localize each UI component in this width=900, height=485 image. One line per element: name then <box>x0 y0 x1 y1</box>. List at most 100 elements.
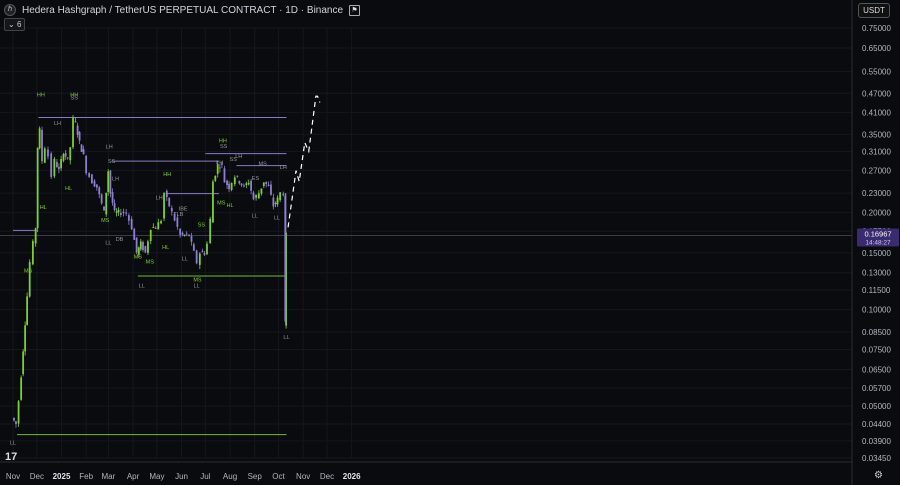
structure-label: LL <box>139 283 145 289</box>
candle-body <box>212 181 214 223</box>
structure-label: LH <box>235 154 242 160</box>
tradingview-logo-icon: 17 <box>5 451 18 463</box>
x-tick-label: 2025 <box>53 472 71 481</box>
structure-label: MS <box>134 254 143 260</box>
candle-body <box>93 180 96 187</box>
structure-label: MS <box>146 259 155 265</box>
hedera-logo-icon: ℏ <box>4 4 16 16</box>
currency-button[interactable]: USDT <box>858 3 890 18</box>
candle-body <box>255 195 257 198</box>
y-tick-label: 0.08500 <box>862 328 891 337</box>
x-tick-label: Oct <box>272 472 285 481</box>
structure-label: LL <box>252 214 258 220</box>
candle-body <box>247 182 250 185</box>
candle-body <box>165 190 168 197</box>
x-tick-label: Apr <box>127 472 140 481</box>
candle-body <box>238 181 241 184</box>
y-tick-label: 0.27000 <box>862 167 891 176</box>
candle-body <box>240 183 243 186</box>
candle-body <box>105 192 108 215</box>
candle-body <box>160 220 162 224</box>
candle-body <box>201 251 204 253</box>
candle-body <box>188 234 190 236</box>
candle-body <box>95 184 98 188</box>
candle-body <box>154 227 157 229</box>
candle-body <box>176 217 179 227</box>
candle-body <box>250 180 253 191</box>
candle-body <box>144 246 147 253</box>
candle-body <box>142 241 144 251</box>
structure-label: HL <box>162 245 169 251</box>
structure-label: LH <box>112 176 119 182</box>
candle-body <box>183 234 186 236</box>
x-tick-label: Aug <box>223 472 237 481</box>
candle-body <box>130 219 133 230</box>
candle-body <box>41 129 43 162</box>
candle-body <box>137 247 140 255</box>
price-chart[interactable]: 0.75000 0.65000 0.55000 0.47000 0.41000 0.350… <box>0 0 900 485</box>
candle-body <box>236 175 239 177</box>
candle-body <box>192 244 195 251</box>
candle-body <box>133 228 136 240</box>
structure-label: SS <box>198 223 206 229</box>
candle-body <box>181 232 184 235</box>
candle-body <box>228 183 230 190</box>
candle-body <box>218 167 221 169</box>
candle-body <box>233 177 236 185</box>
candle-body <box>245 183 248 185</box>
candle-body <box>152 226 155 228</box>
candle-body <box>22 351 25 375</box>
x-tick-label: Nov <box>296 472 310 481</box>
candle-body <box>47 149 49 157</box>
y-tick-label: 0.35000 <box>862 130 891 139</box>
y-tick-label: 0.11500 <box>862 286 891 295</box>
candle-body <box>190 235 193 242</box>
candle-body <box>56 162 58 168</box>
candle-body <box>274 203 277 205</box>
flag-icon[interactable]: ⚑ <box>349 4 361 16</box>
candle-body <box>69 147 72 161</box>
structure-label: LH <box>156 195 163 201</box>
candle-body <box>98 187 101 195</box>
structure-label: DB <box>116 237 124 243</box>
candle-body <box>185 233 188 235</box>
structure-label: LH <box>280 165 287 171</box>
candle-body <box>147 241 149 253</box>
candle-body <box>60 159 62 169</box>
candle-body <box>74 121 77 123</box>
candle-body <box>91 174 93 184</box>
candle-body <box>38 128 41 149</box>
symbol-title[interactable]: Hedera Hashgraph / TetherUS PERPETUAL CO… <box>22 5 343 16</box>
structure-label: SS <box>71 95 79 101</box>
structure-label: MS <box>217 200 226 206</box>
x-tick-label: Dec <box>320 472 334 481</box>
structure-label: LL <box>274 216 280 222</box>
settings-icon[interactable]: ⚙ <box>873 470 884 481</box>
structure-label: MS <box>24 269 33 275</box>
x-tick-label: Sep <box>248 472 263 481</box>
structure-label: LL <box>182 256 188 262</box>
x-tick-label: Feb <box>79 472 93 481</box>
y-tick-label: 0.41000 <box>862 108 891 117</box>
candle-body <box>13 417 15 421</box>
x-tick-label: Nov <box>6 472 20 481</box>
candle-body <box>111 192 114 203</box>
candle-body <box>198 253 201 265</box>
candle-body <box>72 117 74 148</box>
candle-body <box>276 197 279 205</box>
candle-body <box>66 157 69 159</box>
candle-body <box>206 243 208 255</box>
price-tag: 0.1696714:48:27 <box>857 228 899 247</box>
indicators-toggle[interactable]: ⌄ 6 <box>4 18 26 31</box>
candle-body <box>31 241 34 265</box>
candle-body <box>43 148 46 163</box>
candle-body <box>36 147 39 229</box>
candle-body <box>76 125 79 135</box>
candle-body <box>226 180 228 185</box>
candle-body <box>252 192 255 200</box>
candle-body <box>267 184 270 187</box>
indicators-count: 6 <box>16 20 22 29</box>
structure-label: LL <box>194 283 200 289</box>
candle-body <box>135 237 138 253</box>
candle-body <box>100 194 103 204</box>
